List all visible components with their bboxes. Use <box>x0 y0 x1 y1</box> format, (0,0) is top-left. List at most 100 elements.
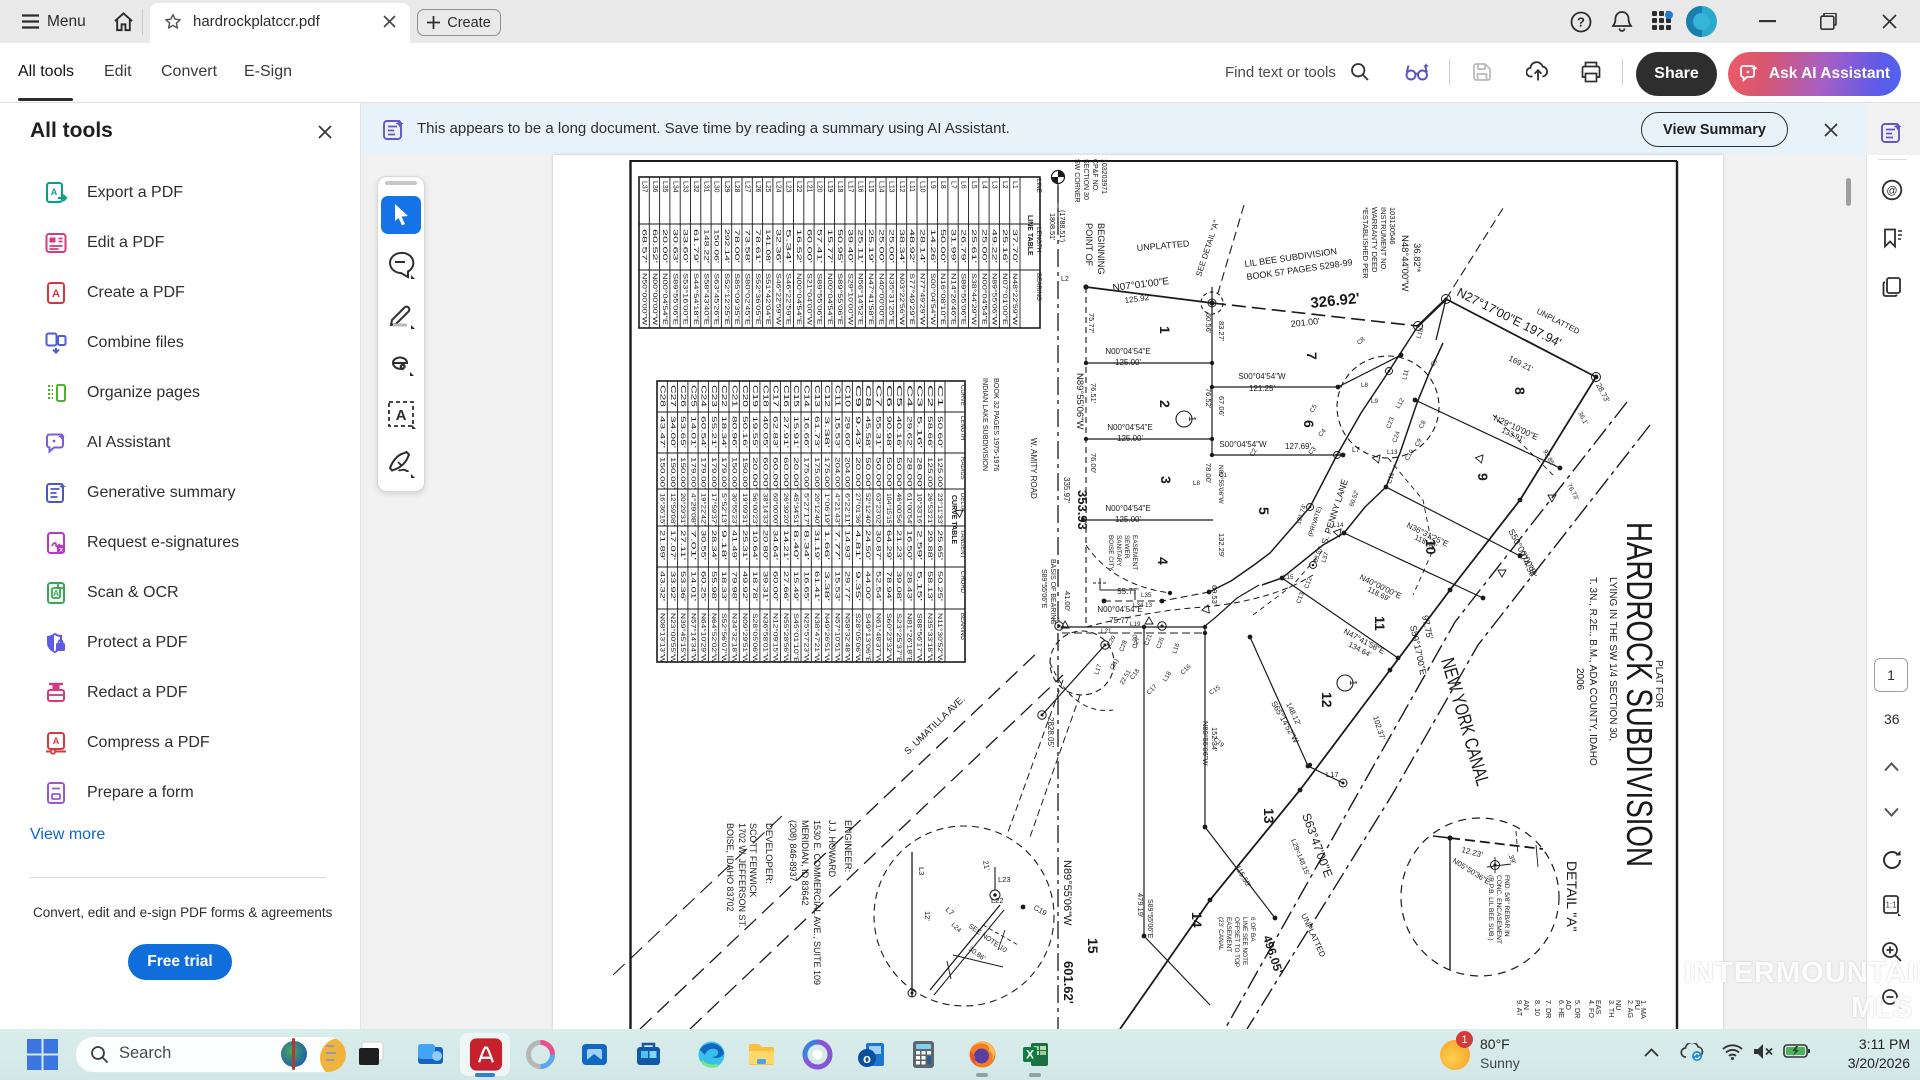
svg-text:121.25': 121.25' <box>1249 384 1275 393</box>
svg-text:8: 8 <box>1512 387 1528 395</box>
svg-text:104°15'15": 104°15'15" <box>885 493 893 527</box>
svg-text:601.62': 601.62' <box>1061 961 1076 1004</box>
svg-text:36.82'*: 36.82'* <box>1411 243 1422 273</box>
svg-text:19°22'42": 19°22'42" <box>700 493 708 527</box>
svg-text:6: 6 <box>1301 420 1317 428</box>
svg-text:15: 15 <box>1085 938 1101 954</box>
svg-text:C6: C6 <box>885 385 892 407</box>
svg-text:WARRANTY DEED: WARRANTY DEED <box>1370 207 1379 273</box>
svg-text:18.33': 18.33' <box>720 571 727 601</box>
svg-text:15.53': 15.53' <box>833 416 840 448</box>
svg-text:L27: L27 <box>744 181 751 193</box>
svg-text:14.93': 14.93' <box>844 530 851 560</box>
svg-text:15.77': 15.77' <box>826 229 833 263</box>
svg-text:20.00': 20.00' <box>661 229 668 263</box>
svg-text:S80°02'45"E: S80°02'45"E <box>744 273 752 326</box>
svg-text:150.06': 150.06' <box>713 229 720 263</box>
svg-text:C15: C15 <box>792 385 799 407</box>
svg-text:N64°10'29"W: N64°10'29"W <box>700 613 708 664</box>
svg-text:N57°14'34"W: N57°14'34"W <box>689 613 697 664</box>
svg-text:26°39'20": 26°39'20" <box>782 493 790 527</box>
svg-text:S38°44'29"W: S38°44'29"W <box>970 273 978 326</box>
svg-text:40.16': 40.16' <box>895 416 902 448</box>
svg-text:60.56': 60.56' <box>1204 313 1213 334</box>
svg-text:10.64': 10.64' <box>751 530 758 560</box>
svg-text:53.36': 53.36' <box>679 571 686 601</box>
svg-text:S49°13'06"E: S49°13'06"E <box>864 613 872 664</box>
svg-text:20.00': 20.00' <box>792 457 799 489</box>
svg-text:S46°22'59"E: S46°22'59"E <box>785 273 793 326</box>
svg-text:16.52': 16.52' <box>795 229 802 263</box>
svg-text:479.19': 479.19' <box>1136 893 1145 918</box>
svg-text:7.01': 7.01' <box>689 530 696 560</box>
svg-text:S00°04'54"W: S00°04'54"W <box>1219 440 1267 449</box>
svg-text:C16: C16 <box>782 385 789 407</box>
svg-text:75.77': 75.77' <box>1087 313 1096 334</box>
svg-text:A: A <box>53 589 59 598</box>
svg-text:3.38': 3.38' <box>823 571 830 601</box>
svg-text:7: 7 <box>1304 352 1320 360</box>
svg-text:14.01': 14.01' <box>689 571 696 601</box>
svg-text:BOISE, IDAHO 83702: BOISE, IDAHO 83702 <box>725 823 735 912</box>
svg-text:2: 2 <box>1157 400 1173 408</box>
svg-text:5.34': 5.34' <box>785 229 792 263</box>
svg-text:L21: L21 <box>1101 628 1112 635</box>
svg-text:175.00': 175.00' <box>813 457 820 489</box>
svg-text:1808.51': 1808.51' <box>1048 213 1057 241</box>
svg-text:4: 4 <box>1155 557 1171 565</box>
svg-text:L12: L12 <box>898 181 905 193</box>
svg-text:BOISE CITY: BOISE CITY <box>1107 535 1114 572</box>
svg-text:30.63': 30.63' <box>671 229 678 263</box>
svg-text:A: A <box>53 736 60 746</box>
svg-text:BEARING: BEARING <box>959 613 965 640</box>
svg-text:175.00': 175.00' <box>803 457 810 489</box>
svg-text:45.58': 45.58' <box>864 416 871 448</box>
svg-text:40.05': 40.05' <box>761 416 768 448</box>
svg-text:L15: L15 <box>1283 574 1294 581</box>
svg-text:X: X <box>1025 1047 1033 1061</box>
svg-text:LINE TABLE: LINE TABLE <box>1026 215 1033 256</box>
svg-text:CURVE: CURVE <box>959 385 965 406</box>
svg-text:L23: L23 <box>998 875 1011 884</box>
svg-text:L7: L7 <box>1352 447 1360 454</box>
svg-text:C13: C13 <box>813 385 820 407</box>
svg-text:31.19': 31.19' <box>813 530 820 560</box>
svg-text:18.34': 18.34' <box>720 416 727 448</box>
svg-text:148.22': 148.22' <box>702 229 709 263</box>
svg-text:28.43': 28.43' <box>905 571 912 601</box>
svg-text:5°27'17": 5°27'17" <box>803 493 811 527</box>
svg-text:23°11'33": 23°11'33" <box>936 493 944 527</box>
svg-text:C14: C14 <box>803 385 810 407</box>
svg-text:SW CORNER: SW CORNER <box>1073 159 1080 203</box>
svg-text:N00°04'54"E: N00°04'54"E <box>1105 504 1150 513</box>
svg-text:50.00': 50.00' <box>885 457 892 489</box>
svg-text:S52°12'25"E: S52°12'25"E <box>723 273 731 326</box>
svg-text:S58°43'40"E: S58°43'40"E <box>702 273 710 326</box>
svg-text:61.41': 61.41' <box>813 571 820 601</box>
svg-text:61.73': 61.73' <box>813 416 820 448</box>
svg-text:60.54': 60.54' <box>700 416 707 448</box>
svg-text:20.80': 20.80' <box>761 530 768 560</box>
svg-text:C21: C21 <box>731 385 738 407</box>
svg-text:N81°26'18"E: N81°26'18"E <box>905 613 913 664</box>
svg-text:53.65': 53.65' <box>679 416 686 448</box>
svg-text:11: 11 <box>1372 616 1388 631</box>
svg-text:103203971: 103203971 <box>1100 159 1107 194</box>
svg-text:48.92': 48.92' <box>908 229 915 263</box>
svg-text:150.00': 150.00' <box>669 457 676 489</box>
svg-text:S44°54'18"E: S44°54'18"E <box>692 273 700 326</box>
svg-text:13: 13 <box>1145 602 1153 609</box>
svg-text:L22: L22 <box>795 181 802 193</box>
svg-text:34.00': 34.00' <box>669 416 676 448</box>
svg-text:N23°00'55"W: N23°00'55"W <box>669 613 677 664</box>
svg-text:30.87': 30.87' <box>875 530 882 560</box>
svg-text:18.78': 18.78' <box>751 571 758 601</box>
svg-text:INSTRUMENT NO.: INSTRUMENT NO. <box>1379 207 1388 271</box>
svg-text:DETAIL "A": DETAIL "A" <box>1564 861 1580 932</box>
svg-text:L22: L22 <box>991 896 1004 905</box>
svg-text:27.66': 27.66' <box>782 571 789 601</box>
svg-text:N57°10'51"W: N57°10'51"W <box>833 613 841 664</box>
svg-text:25.00': 25.00' <box>888 229 895 263</box>
svg-text:S89°55'06"E: S89°55'06"E <box>960 273 968 326</box>
svg-text:L6: L6 <box>960 181 967 189</box>
